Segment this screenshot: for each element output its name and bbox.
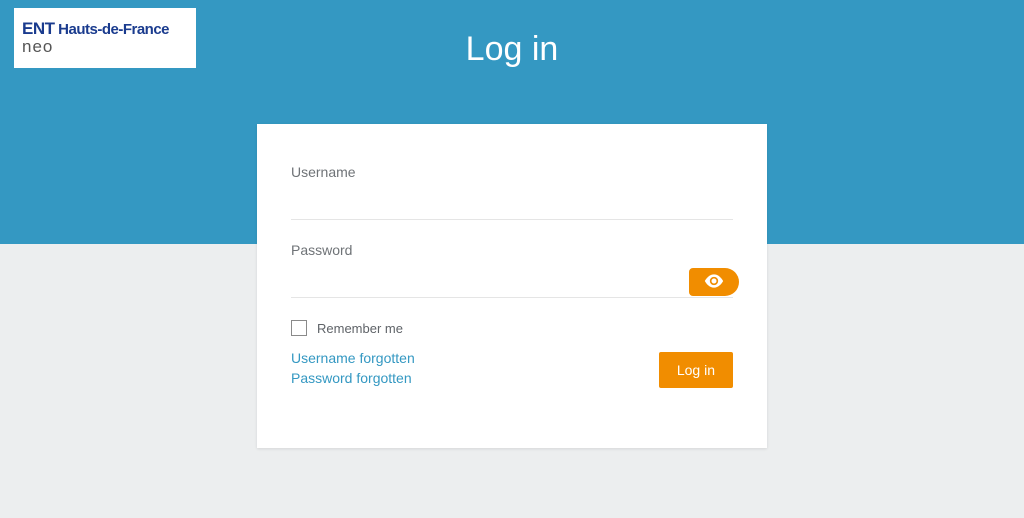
password-input[interactable] (291, 264, 733, 298)
login-card: Username Password Remember me Username f… (257, 124, 767, 448)
forgot-username-link[interactable]: Username forgotten (291, 350, 415, 366)
login-button[interactable]: Log in (659, 352, 733, 388)
username-input[interactable] (291, 186, 733, 220)
forgot-password-link[interactable]: Password forgotten (291, 370, 415, 386)
bottom-row: Username forgotten Password forgotten Lo… (291, 350, 733, 388)
remember-label: Remember me (317, 321, 403, 336)
password-group: Password (291, 242, 733, 298)
eye-icon (704, 274, 724, 291)
toggle-password-button[interactable] (689, 268, 739, 296)
remember-row: Remember me (291, 320, 733, 336)
page-title: Log in (0, 30, 1024, 69)
username-group: Username (291, 164, 733, 220)
password-label: Password (291, 242, 733, 258)
forgot-links: Username forgotten Password forgotten (291, 350, 415, 386)
username-label: Username (291, 164, 733, 180)
remember-checkbox[interactable] (291, 320, 307, 336)
